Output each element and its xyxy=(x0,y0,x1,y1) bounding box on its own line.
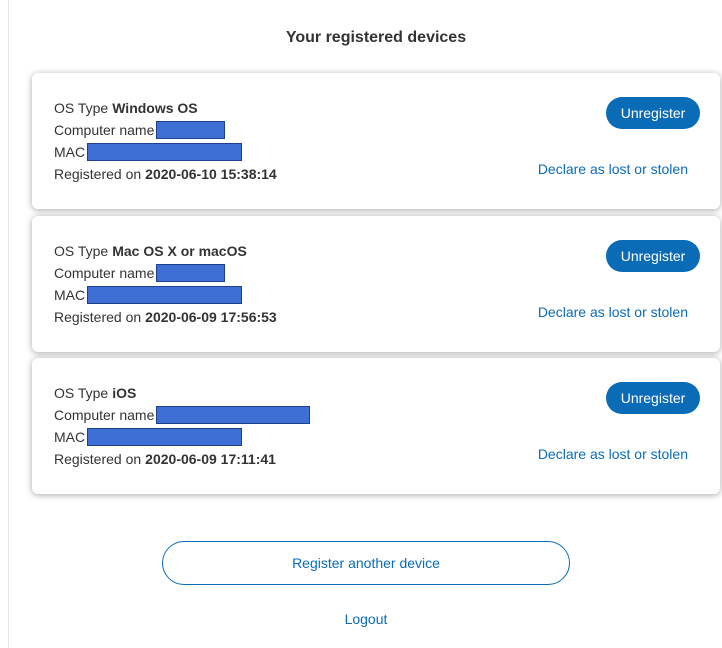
unregister-button[interactable]: Unregister xyxy=(606,97,700,129)
declare-lost-link[interactable]: Declare as lost or stolen xyxy=(538,304,688,320)
computer-name-row: Computer name xyxy=(54,404,311,426)
mac-label: MAC xyxy=(54,429,86,445)
declare-lost-link[interactable]: Declare as lost or stolen xyxy=(538,446,688,462)
mac-row: MAC xyxy=(54,426,310,448)
mac-row: MAC xyxy=(54,284,277,306)
mac-row: MAC xyxy=(54,141,277,163)
unregister-button[interactable]: Unregister xyxy=(606,240,700,272)
mac-label: MAC xyxy=(54,287,86,303)
os-type-row: OS Type Mac OS X or macOS xyxy=(54,240,277,262)
computer-name-label: Computer name xyxy=(54,265,155,281)
mac-redacted xyxy=(87,286,243,304)
computer-name-redacted xyxy=(156,406,311,424)
declare-lost-link[interactable]: Declare as lost or stolen xyxy=(538,161,688,177)
os-type-value: Windows OS xyxy=(112,100,198,116)
computer-name-label: Computer name xyxy=(54,122,155,138)
device-card: OS Type Windows OS Computer name MAC Reg… xyxy=(32,73,720,209)
os-type-label: OS Type xyxy=(54,100,109,116)
device-info: OS Type Windows OS Computer name MAC Reg… xyxy=(54,97,277,185)
computer-name-row: Computer name xyxy=(54,119,277,141)
registered-on-row: Registered on 2020-06-09 17:11:41 xyxy=(54,448,310,470)
registered-on-label: Registered on xyxy=(54,451,142,467)
registered-on-value: 2020-06-10 15:38:14 xyxy=(145,166,277,182)
computer-name-redacted xyxy=(156,264,226,282)
device-info: OS Type iOS Computer name MAC Registered… xyxy=(54,382,311,470)
mac-redacted xyxy=(87,143,243,161)
device-card: OS Type Mac OS X or macOS Computer name … xyxy=(32,216,720,352)
computer-name-redacted xyxy=(156,121,226,139)
mac-label: MAC xyxy=(54,144,86,160)
os-type-row: OS Type iOS xyxy=(54,382,310,404)
registered-on-label: Registered on xyxy=(54,166,142,182)
page-left-border xyxy=(8,0,9,648)
registered-on-label: Registered on xyxy=(54,309,142,325)
unregister-button[interactable]: Unregister xyxy=(606,382,700,414)
os-type-value: iOS xyxy=(112,385,137,401)
os-type-label: OS Type xyxy=(54,385,109,401)
register-another-device-button[interactable]: Register another device xyxy=(162,541,570,585)
logout-link[interactable]: Logout xyxy=(0,611,722,627)
device-card: OS Type iOS Computer name MAC Registered… xyxy=(32,358,720,494)
computer-name-label: Computer name xyxy=(54,407,155,423)
os-type-value: Mac OS X or macOS xyxy=(112,243,247,259)
os-type-label: OS Type xyxy=(54,243,109,259)
device-info: OS Type Mac OS X or macOS Computer name … xyxy=(54,240,277,328)
mac-redacted xyxy=(87,428,243,446)
os-type-row: OS Type Windows OS xyxy=(54,97,277,119)
registered-on-row: Registered on 2020-06-10 15:38:14 xyxy=(54,163,277,185)
computer-name-row: Computer name xyxy=(54,262,277,284)
registered-on-value: 2020-06-09 17:56:53 xyxy=(145,309,277,325)
registered-on-row: Registered on 2020-06-09 17:56:53 xyxy=(54,306,277,328)
page-title: Your registered devices xyxy=(285,29,467,46)
registered-on-value: 2020-06-09 17:11:41 xyxy=(145,451,276,467)
